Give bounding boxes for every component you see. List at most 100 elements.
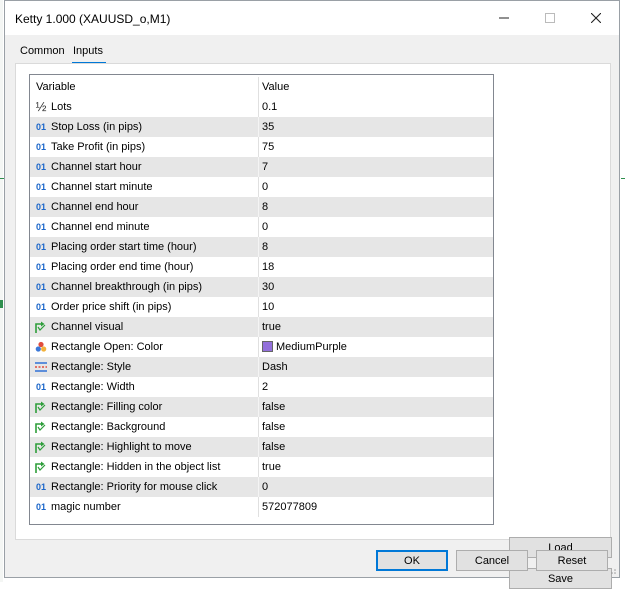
table-row[interactable]: 01 Channel start minute 0 [30,177,493,197]
table-row[interactable]: ½ Lots 0.1 [30,97,493,117]
table-row[interactable]: 01 Channel end minute 0 [30,217,493,237]
table-row[interactable]: 01 Rectangle: Width 2 [30,377,493,397]
maximize-button[interactable] [527,1,573,35]
color-icon [34,337,48,357]
variable-name: Rectangle: Hidden in the object list [51,461,221,473]
value-text: true [262,321,281,333]
variable-cell: Rectangle Open: Color [30,337,258,357]
value-cell[interactable]: 0.1 [259,97,493,117]
value-cell[interactable]: 18 [259,257,493,277]
value-cell[interactable]: false [259,417,493,437]
tab-inputs[interactable]: Inputs [73,45,103,57]
value-text: true [262,461,281,473]
variable-cell: 01 Rectangle: Priority for mouse click [30,477,258,497]
value-text: false [262,441,286,453]
column-header-value[interactable]: Value [259,77,493,97]
value-cell[interactable]: 2 [259,377,493,397]
value-text: false [262,401,286,413]
table-row[interactable]: 01 Order price shift (in pips) 10 [30,297,493,317]
background-chart-line-right [621,178,625,179]
value-cell[interactable]: 0 [259,217,493,237]
grid-header: Variable Value [30,77,493,97]
variable-cell: Rectangle: Hidden in the object list [30,457,258,477]
variable-name: Rectangle: Filling color [51,401,163,413]
table-row[interactable]: 01 magic number 572077809 [30,497,493,517]
table-row[interactable]: Rectangle Open: Color MediumPurple [30,337,493,357]
variable-cell: Rectangle: Background [30,417,258,437]
close-button[interactable] [573,1,619,35]
value-cell[interactable]: 7 [259,157,493,177]
value-cell[interactable]: 0 [259,477,493,497]
value-cell[interactable]: 0 [259,177,493,197]
variable-cell: Channel visual [30,317,258,337]
value-text: 30 [262,281,275,293]
bool-icon [34,437,48,457]
value-cell[interactable]: true [259,457,493,477]
color-swatch [262,341,273,352]
variable-cell: 01 magic number [30,497,258,517]
table-row[interactable]: 01 Stop Loss (in pips) 35 [30,117,493,137]
ok-button[interactable]: OK [376,550,448,571]
variable-name: Channel start minute [51,181,153,193]
bool-icon [34,317,48,337]
table-row[interactable]: Rectangle: Hidden in the object list true [30,457,493,477]
cancel-button[interactable]: Cancel [456,550,528,571]
bool-icon [34,397,48,417]
table-row[interactable]: 01 Rectangle: Priority for mouse click 0 [30,477,493,497]
variable-cell: 01 Take Profit (in pips) [30,137,258,157]
value-cell[interactable]: 30 [259,277,493,297]
value-cell[interactable]: true [259,317,493,337]
variable-name: Placing order start time (hour) [51,241,197,253]
value-cell[interactable]: 10 [259,297,493,317]
save-button[interactable]: Save [509,568,612,589]
variable-name: Rectangle: Priority for mouse click [51,481,218,493]
table-row[interactable]: Rectangle: Style Dash [30,357,493,377]
table-row[interactable]: Rectangle: Highlight to move false [30,437,493,457]
table-row[interactable]: Channel visual true [30,317,493,337]
value-text: 0.1 [262,101,278,113]
value-text: 10 [262,301,275,313]
variable-name: Channel end hour [51,201,139,213]
value-text: false [262,421,286,433]
value-text: 0 [262,221,269,233]
minimize-button[interactable] [481,1,527,35]
resize-grip-icon[interactable] [607,565,617,575]
value-cell[interactable]: Dash [259,357,493,377]
value-cell[interactable]: false [259,397,493,417]
integer-icon: 01 [35,162,46,172]
table-row[interactable]: 01 Take Profit (in pips) 75 [30,137,493,157]
variable-name: Rectangle: Highlight to move [51,441,192,453]
value-text: 8 [262,241,269,253]
table-row[interactable]: 01 Channel breakthrough (in pips) 30 [30,277,493,297]
table-row[interactable]: Rectangle: Background false [30,417,493,437]
table-row[interactable]: Rectangle: Filling color false [30,397,493,417]
table-row[interactable]: 01 Placing order end time (hour) 18 [30,257,493,277]
variable-name: Channel start hour [51,161,142,173]
value-cell[interactable]: 572077809 [259,497,493,517]
value-cell[interactable]: 8 [259,197,493,217]
line-style-icon [34,357,48,377]
value-text: 7 [262,161,269,173]
variable-name: Take Profit (in pips) [51,141,146,153]
variable-name: Channel end minute [51,221,150,233]
table-row[interactable]: 01 Placing order start time (hour) 8 [30,237,493,257]
value-cell[interactable]: 8 [259,237,493,257]
value-text: 75 [262,141,275,153]
value-cell[interactable]: 75 [259,137,493,157]
reset-button[interactable]: Reset [536,550,608,571]
value-text: 18 [262,261,275,273]
value-text: MediumPurple [276,341,347,353]
integer-icon: 01 [35,502,46,512]
title-bar[interactable]: Ketty 1.000 (XAUUSD_o,M1) [5,1,619,35]
value-text: 35 [262,121,275,133]
value-cell[interactable]: MediumPurple [259,337,493,357]
value-cell[interactable]: 35 [259,117,493,137]
table-row[interactable]: 01 Channel end hour 8 [30,197,493,217]
column-header-variable[interactable]: Variable [30,77,258,97]
table-row[interactable]: 01 Channel start hour 7 [30,157,493,177]
variable-name: Rectangle: Background [51,421,166,433]
variable-cell: 01 Placing order start time (hour) [30,237,258,257]
tab-common[interactable]: Common [20,45,65,57]
value-cell[interactable]: false [259,437,493,457]
close-icon [591,13,601,23]
